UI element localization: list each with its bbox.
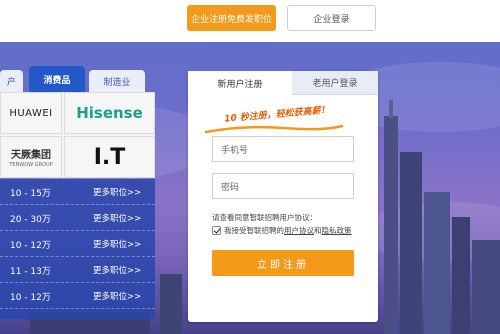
tab-category-industry[interactable]: 产 — [0, 70, 23, 92]
privacy-policy-link[interactable]: 隐私政策 — [322, 225, 352, 236]
agreement-title: 请查看同意智联招聘用户协议： — [212, 213, 317, 222]
salary-range: 20 - 30万 — [10, 215, 51, 225]
company-logo-grid: HUAWEI Hisense 天厥集团 TENWOW GROUP I.T — [0, 92, 155, 178]
tab-category-manufacturing[interactable]: 制造业 — [89, 70, 145, 92]
list-item: 10 - 15万 更多职位>> — [0, 179, 155, 205]
salary-range: 10 - 15万 — [10, 189, 51, 199]
more-jobs-link[interactable]: 更多职位>> — [93, 238, 141, 250]
more-jobs-link[interactable]: 更多职位>> — [93, 212, 141, 224]
more-jobs-link[interactable]: 更多职位>> — [93, 264, 141, 276]
company-logo-huawei[interactable]: HUAWEI — [0, 92, 62, 134]
company-name-cn: 天厥集团 — [11, 150, 51, 161]
salary-range: 10 - 12万 — [10, 293, 51, 303]
tab-new-user-register[interactable]: 新用户注册 — [188, 71, 292, 95]
phone-input[interactable]: 手机号 — [212, 136, 354, 162]
brush-stroke-icon — [204, 124, 344, 134]
more-jobs-link[interactable]: 更多职位>> — [93, 290, 141, 302]
salary-range: 11 - 13万 — [10, 267, 51, 277]
employer-register-button[interactable]: 企业注册免费发职位 — [187, 5, 276, 31]
registration-card: 新用户注册 老用户登录 10 秒注册，轻松获高薪！ 手机号 密码 请查看同意智联… — [188, 71, 378, 322]
list-item: 10 - 12万 更多职位>> — [0, 231, 155, 257]
company-logo-it[interactable]: I.T — [64, 136, 155, 178]
hero-banner: 产 消费品 制造业 HUAWEI Hisense 天厥集团 TENWOW GRO… — [0, 42, 500, 334]
employer-login-button[interactable]: 企业登录 — [287, 5, 376, 31]
agreement-checkbox[interactable] — [212, 226, 221, 235]
tab-existing-user-login[interactable]: 老用户登录 — [292, 71, 378, 95]
top-bar: 企业注册免费发职位 企业登录 — [0, 0, 500, 42]
more-jobs-link[interactable]: 更多职位>> — [93, 186, 141, 198]
register-slogan: 10 秒注册，轻松获高薪！ — [223, 105, 331, 125]
list-item: 10 - 12万 更多职位>> — [0, 283, 155, 309]
list-item: 20 - 30万 更多职位>> — [0, 205, 155, 231]
agreement-prefix: 我接受智联招聘的 — [224, 226, 284, 235]
company-logo-hisense[interactable]: Hisense — [64, 92, 155, 134]
salary-range: 10 - 12万 — [10, 241, 51, 251]
register-now-button[interactable]: 立即注册 — [212, 250, 354, 276]
agreement-and: 和 — [314, 226, 322, 235]
salary-job-list: 10 - 15万 更多职位>> 20 - 30万 更多职位>> 10 - 12万… — [0, 179, 155, 319]
tab-category-consumer-goods[interactable]: 消费品 — [29, 66, 85, 92]
company-logo-tenwow[interactable]: 天厥集团 TENWOW GROUP — [0, 136, 62, 178]
agreement-row: 我接受智联招聘的 用户协议 和 隐私政策 — [212, 225, 352, 236]
list-item: 11 - 13万 更多职位>> — [0, 257, 155, 283]
user-agreement-link[interactable]: 用户协议 — [284, 225, 314, 236]
company-name-en: TENWOW GROUP — [9, 162, 53, 168]
password-input[interactable]: 密码 — [212, 173, 354, 199]
